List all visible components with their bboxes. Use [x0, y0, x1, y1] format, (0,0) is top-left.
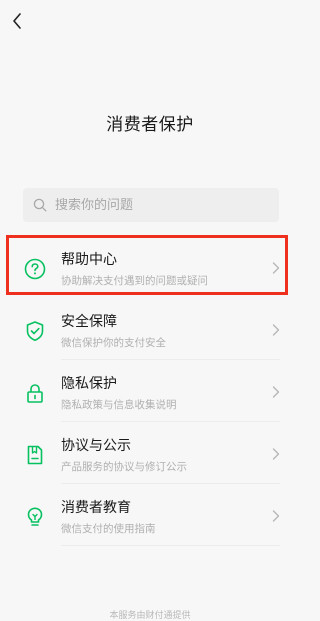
chevron-left-icon	[12, 13, 22, 29]
lightbulb-icon	[23, 505, 47, 529]
chevron-right-icon	[272, 386, 280, 398]
search-bar[interactable]	[23, 188, 279, 222]
menu-item-subtitle: 微信支付的使用指南	[61, 523, 156, 535]
menu-item-subtitle: 产品服务的协议与修订公示	[61, 461, 187, 473]
menu-item-privacy[interactable]: 隐私保护 隐私政策与信息收集说明	[0, 360, 300, 422]
chevron-right-icon	[272, 510, 280, 522]
lock-icon	[23, 381, 47, 405]
search-input[interactable]	[55, 197, 255, 213]
menu-item-title: 安全保障	[61, 314, 117, 330]
search-icon	[33, 198, 47, 212]
menu-item-consumer-education[interactable]: 消费者教育 微信支付的使用指南	[0, 484, 300, 546]
document-icon	[23, 443, 47, 467]
menu-item-title: 隐私保护	[61, 376, 117, 392]
menu-item-title: 协议与公示	[61, 438, 131, 454]
page-title: 消费者保护	[106, 115, 194, 135]
divider	[61, 545, 280, 546]
menu-item-help-center[interactable]: 帮助中心 协助解决支付遇到的问题或疑问	[0, 235, 300, 298]
menu-list: 帮助中心 协助解决支付遇到的问题或疑问 安全保障 微信保护你的支付安全 隐私保护…	[0, 235, 300, 546]
menu-item-subtitle: 隐私政策与信息收集说明	[61, 399, 177, 411]
menu-item-subtitle: 协助解决支付遇到的问题或疑问	[61, 275, 208, 287]
chevron-right-icon	[272, 262, 280, 274]
menu-item-title: 帮助中心	[61, 252, 117, 268]
chevron-right-icon	[272, 324, 280, 336]
menu-item-security[interactable]: 安全保障 微信保护你的支付安全	[0, 298, 300, 360]
shield-check-icon	[23, 319, 47, 343]
menu-item-subtitle: 微信保护你的支付安全	[61, 337, 166, 349]
chevron-right-icon	[272, 448, 280, 460]
question-circle-icon	[23, 257, 47, 281]
menu-item-agreements[interactable]: 协议与公示 产品服务的协议与修订公示	[0, 422, 300, 484]
footer-text: 本服务由财付通提供	[109, 611, 191, 621]
back-button[interactable]	[8, 10, 26, 32]
menu-item-title: 消费者教育	[61, 500, 131, 516]
